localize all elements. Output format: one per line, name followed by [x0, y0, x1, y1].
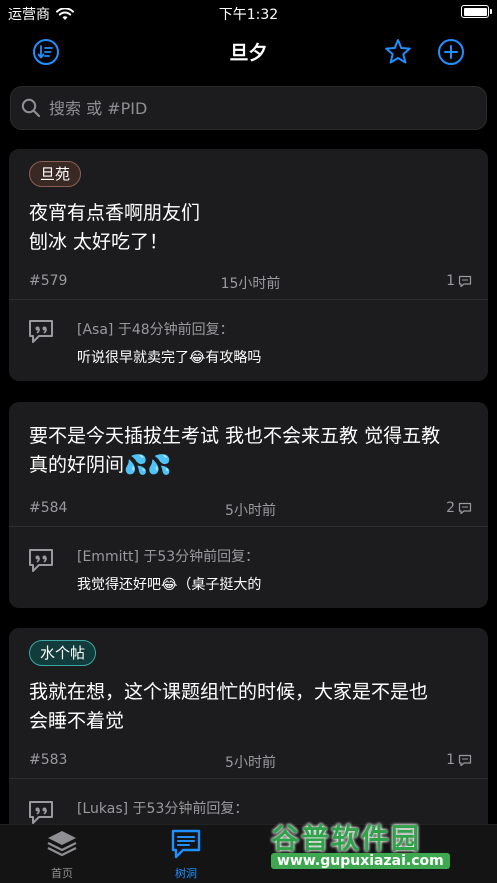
reply-count: 1 — [446, 273, 472, 289]
post-content: 我就在想，这个课题组忙的时候，大家是不是也 会睡不着觉 — [29, 678, 468, 736]
comment-icon — [458, 754, 472, 766]
post-tag[interactable]: 旦苑 — [29, 161, 82, 187]
search-input[interactable] — [49, 98, 449, 118]
quote-bubble-icon — [29, 801, 53, 824]
post-time: 5小时前 — [225, 755, 276, 771]
reply-count-value: 1 — [446, 273, 455, 289]
status-bar: 运营商 下午1:32 — [0, 0, 497, 24]
status-time: 下午1:32 — [218, 7, 279, 23]
search-icon — [21, 98, 41, 118]
post-line: 我就在想，这个课题组忙的时候，大家是不是也 — [29, 681, 429, 703]
post-line: 真的好阴间💦💦 — [29, 454, 172, 476]
post-meta: #584 5小时前 2 — [29, 500, 472, 519]
quote-bubble-icon — [29, 320, 53, 343]
tab-home-label: 首页 — [51, 867, 73, 880]
layers-icon — [47, 831, 77, 857]
nav-bar: 旦夕 — [0, 24, 497, 78]
tab-treehole[interactable]: 树洞 — [146, 829, 226, 881]
post-time: 5小时前 — [225, 503, 276, 519]
post-line: 刨冰 太好吃了！ — [29, 231, 169, 253]
reply-count: 2 — [446, 500, 472, 516]
quote-bubble-icon — [29, 549, 53, 572]
reply-text: 听说很早就卖完了😂有攻略吗 — [77, 350, 262, 366]
reply-count-value: 1 — [446, 752, 455, 768]
post-meta: #583 5小时前 1 — [29, 752, 472, 771]
post-time: 15小时前 — [220, 276, 281, 292]
divider — [9, 299, 488, 300]
post-card[interactable]: 旦苑 夜宵有点香啊朋友们 刨冰 太好吃了！ #579 15小时前 1 [Asa]… — [9, 149, 488, 381]
tab-treehole-label: 树洞 — [175, 867, 197, 880]
reply-header: [Emmitt] 于53分钟前回复： — [77, 549, 260, 565]
post-line: 会睡不着觉 — [29, 710, 125, 732]
post-meta: #579 15小时前 1 — [29, 273, 472, 292]
message-icon — [171, 829, 201, 859]
post-line: 夜宵有点香啊朋友们 — [29, 202, 201, 224]
reply-text: 我觉得还好吧😂（桌子挺大的 — [77, 577, 262, 593]
watermark: 谷普软件园 www.gupuxiazai.com — [265, 817, 491, 877]
post-card[interactable]: 水个帖 我就在想，这个课题组忙的时候，大家是不是也 会睡不着觉 #583 5小时… — [9, 628, 488, 824]
reply-count: 1 — [446, 752, 472, 768]
reply-count-value: 2 — [446, 500, 455, 516]
divider — [9, 778, 488, 779]
page-title: 旦夕 — [229, 42, 268, 64]
comment-icon — [458, 275, 472, 287]
post-feed: 旦苑 夜宵有点香啊朋友们 刨冰 太好吃了！ #579 15小时前 1 [Asa]… — [0, 138, 497, 824]
reply-header: [Lukas] 于53分钟前回复： — [77, 801, 249, 817]
star-icon[interactable] — [383, 37, 413, 67]
watermark-url: www.gupuxiazai.com — [271, 853, 450, 869]
battery-icon — [461, 5, 492, 18]
post-line: 要不是今天插拔生考试 我也不会来五教 觉得五教 — [29, 425, 441, 447]
post-card[interactable]: 要不是今天插拔生考试 我也不会来五教 觉得五教 真的好阴间💦💦 #584 5小时… — [9, 402, 488, 608]
post-content: 要不是今天插拔生考试 我也不会来五教 觉得五教 真的好阴间💦💦 — [29, 422, 468, 480]
divider — [9, 526, 488, 527]
search-bar[interactable] — [10, 86, 487, 130]
watermark-title: 谷普软件园 — [271, 822, 422, 855]
post-content: 夜宵有点香啊朋友们 刨冰 太好吃了！ — [29, 199, 468, 257]
reply-header: [Asa] 于48分钟前回复： — [77, 322, 234, 338]
add-post-icon[interactable] — [436, 37, 466, 67]
post-tag[interactable]: 水个帖 — [29, 640, 97, 666]
comment-icon — [458, 502, 472, 514]
tab-home[interactable]: 首页 — [22, 829, 102, 881]
